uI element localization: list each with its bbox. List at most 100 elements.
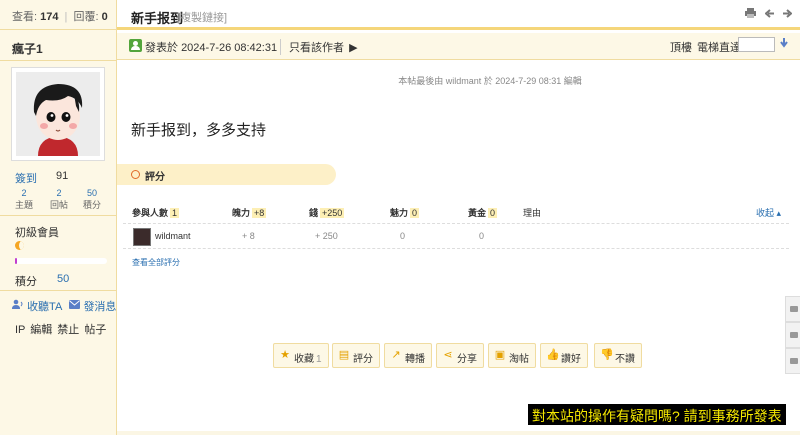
help-banner[interactable]: 對本站的操作有疑問嗎? 請到事務所發表 — [528, 404, 786, 425]
admin-links[interactable]: IP 編輯 禁止 帖子 — [15, 321, 106, 337]
rating-table: 參與人數 1 魄力 +8 錢 +250 魅力 0 黃金 0 理由 收起 ▴ wildman… — [123, 199, 789, 275]
caret-up-icon: ▴ — [774, 208, 782, 218]
replies-label: 回覆: — [73, 11, 99, 23]
posted-prefix: 發表於 — [145, 42, 178, 54]
envelope-icon — [69, 300, 81, 312]
appeal-header: 魅力 0 — [390, 208, 420, 218]
rating-header-row: 參與人數 1 魄力 +8 錢 +250 魅力 0 黃金 0 理由 收起 ▴ — [123, 199, 789, 224]
sidebar-divider — [0, 290, 116, 291]
collapse-link[interactable]: 收起 ▴ — [756, 206, 781, 219]
charm-total: +8 — [252, 208, 267, 218]
dislike-button[interactable]: 👎 不讚 — [594, 343, 642, 368]
charm-header: 魄力 +8 — [232, 208, 267, 218]
gold-total: 0 — [488, 208, 498, 218]
rating-charm: + 8 — [242, 231, 255, 241]
views-label: 查看: — [12, 11, 38, 23]
follow-link[interactable]: 收聽TA — [27, 298, 62, 314]
rating-gold: 0 — [479, 231, 485, 241]
sidebar-divider — [0, 60, 116, 61]
follow-icon — [12, 299, 24, 313]
view-all-ratings-link[interactable]: 查看全部評分 — [132, 257, 180, 268]
money-header: 錢 +250 — [309, 208, 345, 218]
thread-title: 新手报到 — [131, 11, 184, 26]
author-sidebar: 查看: 174 | 回覆: 0 瘋子1 簽到 91 2 主題 2 回帖 50 積… — [0, 0, 117, 435]
taobao-label: 淘帖 — [509, 354, 529, 365]
favorite-label: 收藏 — [294, 354, 314, 365]
checkin-value: 91 — [56, 170, 69, 182]
reason-header: 理由 — [523, 208, 542, 218]
stat-label: 積分 — [82, 200, 101, 210]
post-time: 發表於 2024-7-26 08:42:31 — [145, 39, 277, 55]
message-link[interactable]: 發消息 — [83, 298, 116, 314]
next-post-strip — [117, 431, 800, 435]
checkin-row: 簽到 91 — [15, 170, 68, 186]
side-comment-tab[interactable] — [785, 296, 800, 322]
moon-icon — [15, 241, 24, 250]
share-icon: ⋖ — [443, 349, 453, 361]
next-thread-icon[interactable] — [783, 9, 793, 21]
share-label: 分享 — [457, 354, 477, 365]
rating-row: wildmant + 8 + 250 0 0 — [123, 224, 789, 249]
replies-count: 0 — [101, 11, 108, 23]
stat-value: 50 — [86, 188, 97, 198]
points-label: 積分 — [15, 276, 37, 288]
rater-avatar[interactable] — [133, 228, 151, 246]
rate-button[interactable]: ▤ 評分 — [332, 343, 380, 368]
side-reply-tab[interactable] — [785, 322, 800, 348]
stat-topics[interactable]: 2 主題 — [5, 187, 43, 211]
appeal-total: 0 — [410, 208, 420, 218]
author-username[interactable]: 瘋子1 — [12, 40, 43, 57]
repost-icon: ↗ — [391, 349, 401, 361]
stats-separator: | — [64, 11, 68, 23]
user-level[interactable]: 初級會員 — [15, 224, 59, 240]
level-progress-fill — [15, 258, 17, 264]
favorite-count: 1 — [316, 354, 322, 365]
participants-header: 參與人數 1 — [132, 208, 180, 218]
rate-icon: ▤ — [338, 349, 350, 361]
like-button[interactable]: 👍 讚好 — [540, 343, 588, 368]
previous-thread-icon[interactable] — [764, 9, 777, 21]
rating-appeal: 0 — [400, 231, 406, 241]
views-count: 174 — [40, 11, 59, 23]
rater-name[interactable]: wildmant — [155, 231, 191, 241]
repost-button[interactable]: ↗ 轉播 — [384, 343, 432, 368]
post-body: 新手报到，多多支持 — [131, 122, 267, 139]
elevator-label: 電梯直達 — [697, 42, 741, 54]
like-label: 讚好 — [561, 354, 581, 365]
thumbs-up-icon: 👍 — [546, 349, 560, 361]
thread-stats: 查看: 174 | 回覆: 0 — [0, 0, 116, 30]
thumbs-down-icon: 👎 — [600, 349, 614, 361]
participants-count: 1 — [170, 208, 180, 218]
taobao-button[interactable]: ▣ 淘帖 — [488, 343, 536, 368]
go-floor-icon[interactable] — [780, 38, 788, 51]
stat-points[interactable]: 50 積分 — [73, 187, 111, 211]
favorite-button[interactable]: ★ 收藏 1 — [273, 343, 329, 368]
checkin-label[interactable]: 簽到 — [15, 173, 37, 185]
gold-header: 黃金 0 — [468, 208, 498, 218]
floor-number-input[interactable] — [738, 37, 775, 52]
profile-actions: 收聽TA 發消息 — [12, 298, 116, 314]
author-only-label: 只看該作者 — [289, 42, 344, 54]
rating-circle-icon — [131, 170, 140, 179]
sidebar-divider — [0, 215, 116, 216]
dislike-label: 不讚 — [615, 354, 635, 365]
repost-label: 轉播 — [405, 354, 425, 365]
rating-money: + 250 — [315, 231, 338, 241]
print-icon[interactable] — [744, 8, 759, 21]
share-button[interactable]: ⋖ 分享 — [436, 343, 484, 368]
rate-label: 評分 — [353, 354, 373, 365]
thread-title-bar: 新手报到 [複製鏈接] — [117, 0, 800, 30]
taobao-icon: ▣ — [494, 349, 506, 361]
points-value: 50 — [57, 273, 70, 285]
posted-time: 2024-7-26 08:42:31 — [181, 42, 278, 54]
points-row: 積分 50 — [15, 273, 69, 289]
rating-label: 評分 — [145, 172, 165, 183]
side-scroll-tab[interactable] — [785, 348, 800, 374]
stat-label: 主題 — [14, 200, 33, 210]
copy-link-button[interactable]: [複製鏈接] — [177, 9, 227, 25]
star-icon: ★ — [280, 349, 290, 361]
level-progress-bar — [15, 258, 107, 264]
top-floor-link[interactable]: 頂樓 — [670, 39, 692, 55]
title-toolbar — [739, 8, 793, 21]
author-only-link[interactable]: 只看該作者 ▶ — [280, 39, 358, 55]
